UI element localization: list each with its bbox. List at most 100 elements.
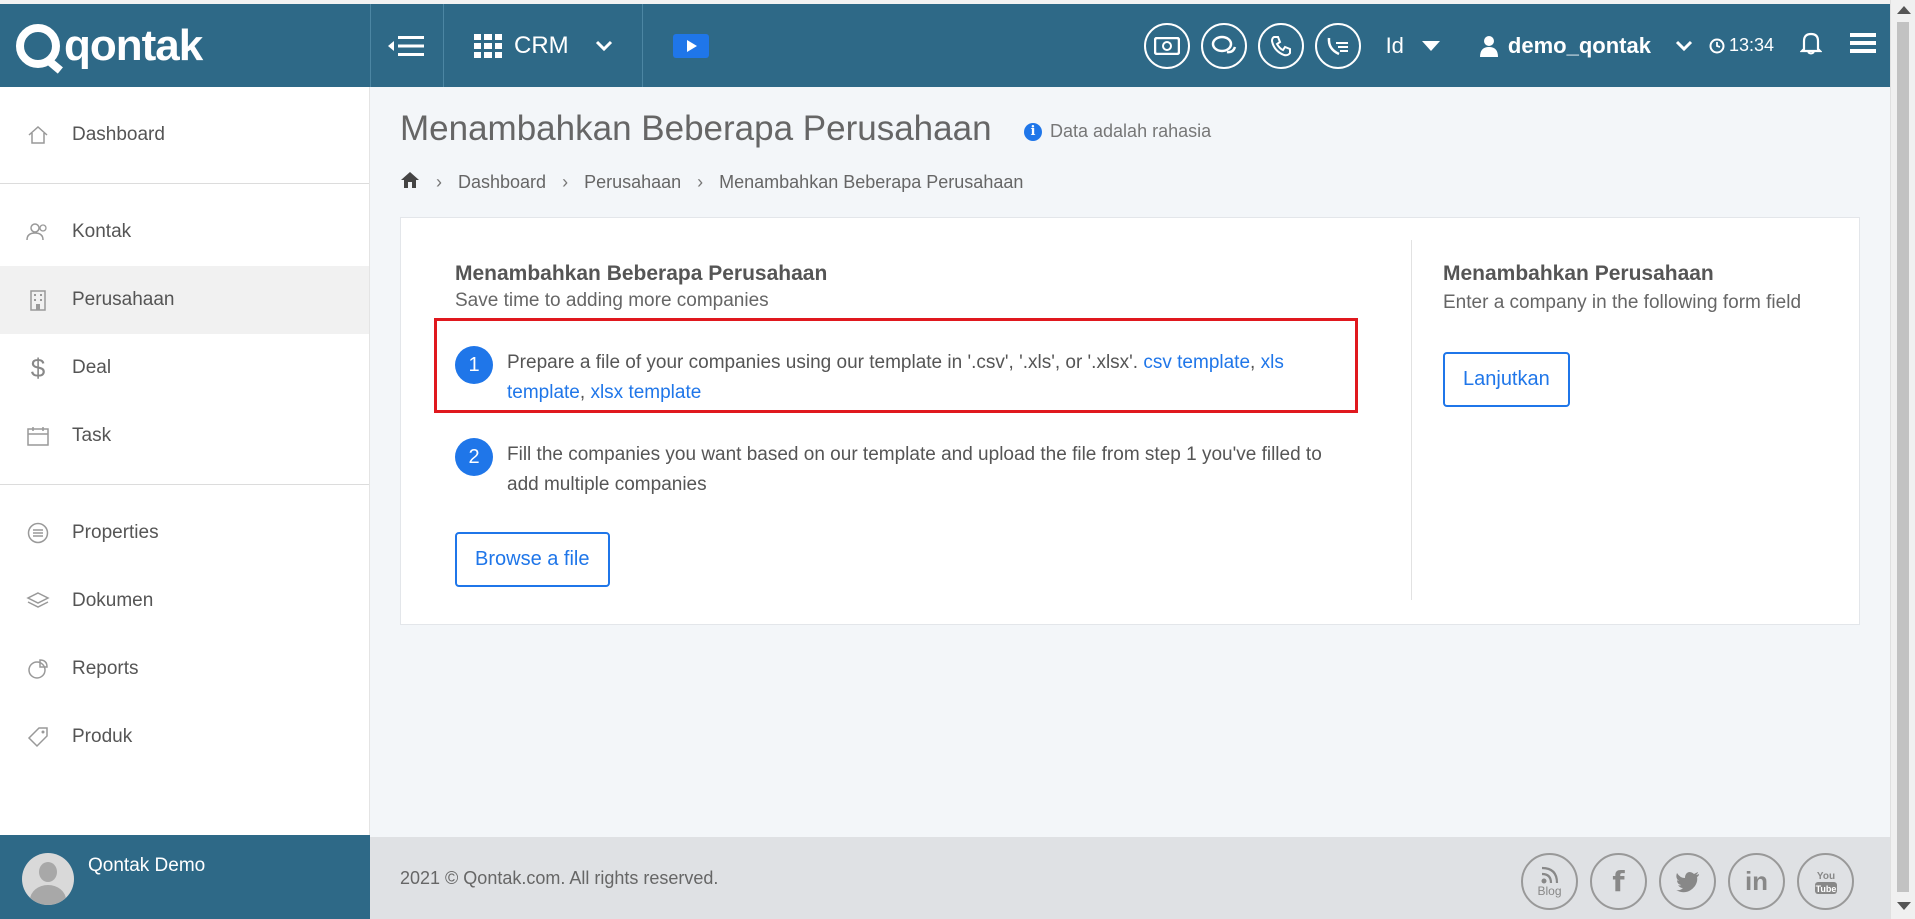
main-content: Menambahkan Beberapa Perusahaan i Data a…	[370, 87, 1890, 837]
sidebar-item-label: Kontak	[72, 221, 132, 242]
sidebar-item-dashboard[interactable]: Dashboard	[0, 101, 369, 169]
language-label: Id	[1385, 32, 1404, 58]
logo-mark-icon	[16, 23, 60, 68]
twitter-link[interactable]	[1659, 853, 1716, 910]
breadcrumb: › Dashboard › Perusahaan › Menambahkan B…	[400, 171, 1023, 194]
sidebar-item-task[interactable]: Task	[0, 402, 369, 470]
sidebar-item-label: Dashboard	[72, 124, 165, 145]
money-icon	[1153, 36, 1180, 55]
main-menu-button[interactable]	[1850, 32, 1876, 59]
sidebar-item-label: Perusahaan	[72, 289, 175, 310]
blog-label: Blog	[1537, 883, 1562, 898]
home-icon	[26, 123, 50, 147]
users-icon	[26, 220, 50, 244]
breadcrumb-perusahaan[interactable]: Perusahaan	[584, 172, 681, 193]
step-1-description: Prepare a file of your companies using o…	[507, 352, 1144, 373]
scroll-down-arrow-icon[interactable]	[1897, 902, 1911, 910]
confidential-note-text: Data adalah rahasia	[1050, 121, 1212, 141]
linkedin-link[interactable]: in	[1728, 853, 1785, 910]
payment-button[interactable]	[1143, 22, 1190, 69]
svg-text:Tube: Tube	[1815, 884, 1836, 894]
hamburger-icon	[1850, 33, 1876, 53]
home-icon	[401, 172, 419, 188]
video-tutorial-button[interactable]	[673, 33, 709, 58]
step-1: 1 Prepare a file of your companies using…	[455, 346, 1355, 408]
sidebar-item-kontak[interactable]: Kontak	[0, 198, 369, 266]
browse-file-button[interactable]: Browse a file	[455, 532, 610, 587]
step-1-text: Prepare a file of your companies using o…	[507, 352, 1284, 403]
sidebar-item-deal[interactable]: $ Deal	[0, 334, 369, 402]
continue-button[interactable]: Lanjutkan	[1443, 352, 1570, 407]
caret-down-icon	[1421, 40, 1440, 51]
sidebar-item-dokumen[interactable]: Dokumen	[0, 567, 369, 635]
bulk-import-title: Menambahkan Beberapa Perusahaan	[455, 262, 828, 285]
sidebar-item-properties[interactable]: Properties	[0, 499, 369, 567]
step-2: 2 Fill the companies you want based on o…	[455, 438, 1355, 500]
xlsx-template-link[interactable]: xlsx template	[590, 382, 701, 403]
call-button[interactable]	[1257, 22, 1304, 69]
menu-collapse-icon	[388, 35, 424, 56]
vertical-scrollbar[interactable]	[1890, 0, 1915, 919]
bulk-import-subtitle: Save time to adding more companies	[455, 290, 769, 311]
logo-text: qontak	[64, 20, 203, 70]
breadcrumb-dashboard[interactable]: Dashboard	[458, 172, 546, 193]
notifications-button[interactable]	[1799, 31, 1823, 60]
facebook-link[interactable]: f	[1590, 853, 1647, 910]
page-title: Menambahkan Beberapa Perusahaan	[400, 109, 992, 148]
chat-button[interactable]	[1200, 22, 1247, 69]
sidebar-item-label: Properties	[72, 522, 159, 543]
blog-link[interactable]: Blog	[1521, 853, 1578, 910]
confidential-note: i Data adalah rahasia	[1024, 121, 1211, 142]
user-profile-panel[interactable]: Qontak Demo	[0, 835, 370, 919]
apps-grid-icon	[474, 33, 502, 58]
module-switcher[interactable]: CRM	[444, 4, 642, 87]
scrollbar-thumb[interactable]	[1897, 22, 1909, 892]
username: demo_qontak	[1507, 32, 1651, 58]
step-2-text: Fill the companies you want based on our…	[507, 444, 1322, 495]
single-add-column: Menambahkan Perusahaan Enter a company i…	[1443, 262, 1823, 407]
sidebar-item-reports[interactable]: Reports	[0, 635, 369, 703]
sidebar: Dashboard Kontak Perusahaan $ Deal Task …	[0, 87, 370, 835]
user-menu[interactable]: demo_qontak	[1479, 32, 1693, 59]
blog-icon	[1541, 866, 1558, 883]
phone-list-icon	[1327, 37, 1348, 55]
phone-icon	[1270, 35, 1291, 56]
sidebar-item-label: Deal	[72, 357, 112, 378]
breadcrumb-current: Menambahkan Beberapa Perusahaan	[719, 172, 1024, 192]
bell-icon	[1799, 32, 1823, 55]
sidebar-divider	[0, 183, 369, 184]
sidebar-item-label: Reports	[72, 658, 139, 679]
bulk-import-column: Menambahkan Beberapa Perusahaan Save tim…	[455, 262, 1355, 587]
call-log-button[interactable]	[1314, 22, 1361, 69]
column-divider	[1411, 240, 1412, 600]
profile-name: Qontak Demo	[88, 855, 206, 876]
copyright-text: 2021 © Qontak.com. All rights reserved.	[400, 867, 719, 888]
clock-time: 13:34	[1728, 35, 1774, 55]
sidebar-toggle-button[interactable]	[371, 4, 443, 87]
svg-text:You: You	[1816, 871, 1834, 882]
scroll-up-arrow-icon[interactable]	[1897, 6, 1911, 14]
single-add-subtitle: Enter a company in the following form fi…	[1443, 292, 1802, 313]
linkedin-icon: in	[1744, 866, 1769, 896]
tag-icon	[26, 725, 50, 749]
qontak-logo[interactable]: qontak	[0, 4, 370, 87]
user-icon	[1479, 35, 1498, 57]
sidebar-item-produk[interactable]: Produk	[0, 703, 369, 771]
sidebar-item-perusahaan[interactable]: Perusahaan	[0, 266, 369, 334]
navbar-divider	[642, 4, 643, 87]
sidebar-item-label: Produk	[72, 726, 133, 747]
language-selector[interactable]: Id	[1386, 33, 1440, 59]
clock-icon	[1709, 38, 1725, 53]
step-2-number: 2	[455, 438, 493, 476]
chevron-down-icon	[595, 40, 612, 51]
sidebar-item-label: Task	[72, 425, 112, 446]
chevron-down-icon	[1675, 40, 1693, 51]
info-icon: i	[1024, 122, 1042, 141]
breadcrumb-home[interactable]	[400, 171, 420, 194]
module-label: CRM	[514, 31, 569, 59]
social-links: Blog f in You Tube	[1521, 853, 1854, 910]
csv-template-link[interactable]: csv template	[1143, 352, 1250, 373]
footer: 2021 © Qontak.com. All rights reserved. …	[370, 837, 1890, 919]
building-icon	[26, 288, 50, 312]
youtube-link[interactable]: You Tube	[1797, 853, 1854, 910]
